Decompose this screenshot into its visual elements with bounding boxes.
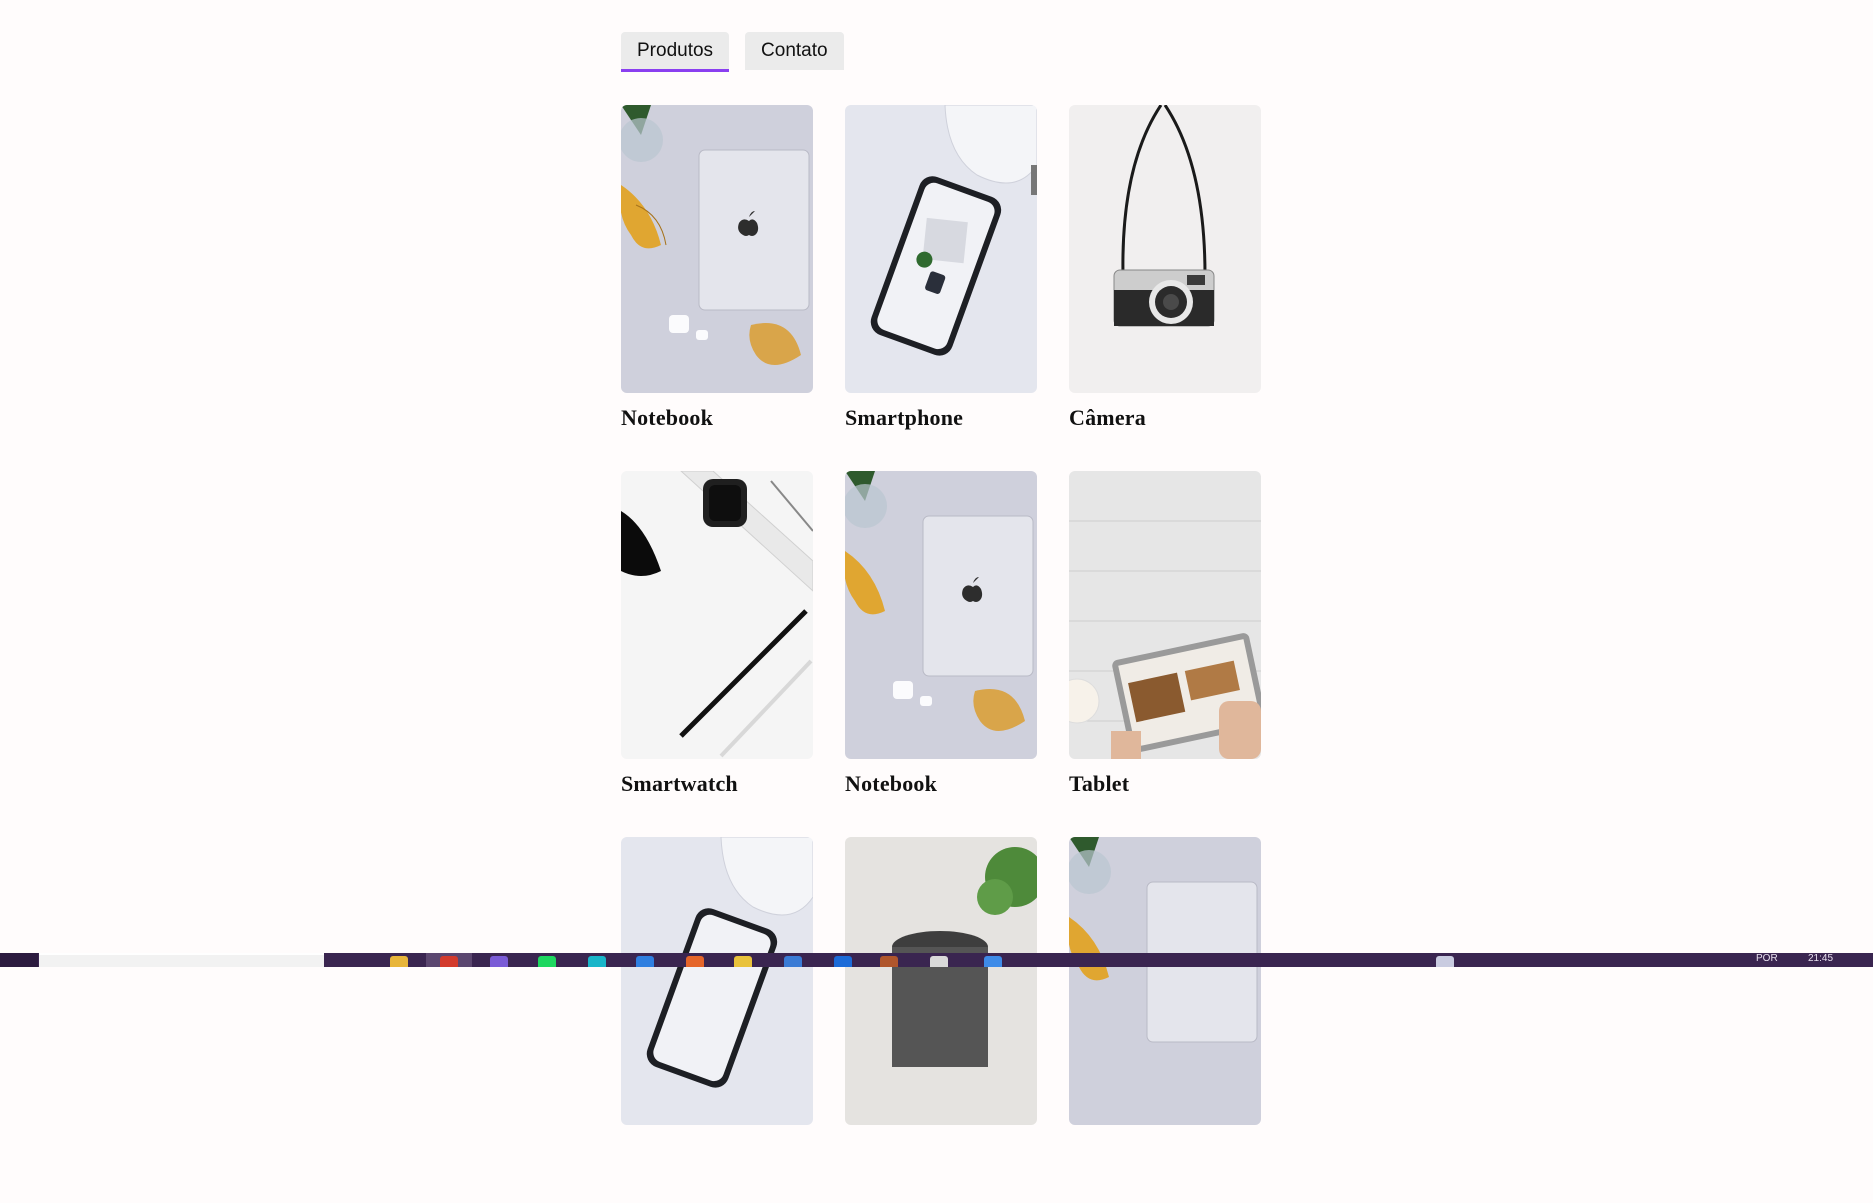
product-image-camera[interactable] (1069, 105, 1261, 393)
product-image-smartphone[interactable] (621, 837, 813, 1125)
product-name: Smartphone (845, 405, 964, 430)
app-icon[interactable] (636, 956, 654, 967)
product-card[interactable]: Câmera (1069, 105, 1261, 471)
browser-icon[interactable] (440, 956, 458, 967)
clock[interactable]: 21:45 (1808, 953, 1833, 965)
product-image-tablet[interactable] (1069, 471, 1261, 759)
spotify-icon[interactable] (538, 956, 556, 967)
app-icon[interactable] (490, 956, 508, 967)
notification-icon[interactable] (1436, 956, 1454, 967)
product-image-smart-speaker[interactable] (845, 837, 1037, 1125)
product-card[interactable]: Smartphone (845, 105, 1037, 471)
product-card[interactable]: Notebook (845, 471, 1037, 837)
app-icon[interactable] (734, 956, 752, 967)
app-icon[interactable] (880, 956, 898, 967)
app-icon[interactable] (984, 956, 1002, 967)
product-card[interactable] (1069, 837, 1261, 1203)
tab-contato[interactable]: Contato (745, 32, 844, 70)
product-image-smartwatch[interactable] (621, 471, 813, 759)
product-image-notebook[interactable] (621, 105, 813, 393)
product-name: Notebook (845, 771, 938, 796)
app-icon[interactable] (784, 956, 802, 967)
taskbar-search-input[interactable] (39, 953, 324, 967)
product-card[interactable]: Smartwatch (621, 471, 813, 837)
product-name: Smartwatch (621, 771, 738, 796)
language-indicator[interactable]: POR (1756, 953, 1778, 965)
product-image-notebook[interactable] (845, 471, 1037, 759)
product-image-smartphone[interactable] (845, 105, 1037, 393)
app-icon[interactable] (834, 956, 852, 967)
product-card[interactable] (845, 837, 1037, 1203)
app-icon[interactable] (930, 956, 948, 967)
product-grid: Notebook Smartphone Câmera Smartwatch No… (621, 105, 1261, 1203)
app-icon[interactable] (588, 956, 606, 967)
tab-produtos[interactable]: Produtos (621, 32, 730, 72)
os-taskbar: POR 21:45 (0, 953, 1873, 967)
file-explorer-icon[interactable] (390, 956, 408, 967)
product-name: Tablet (1069, 771, 1130, 796)
app-icon[interactable] (686, 956, 704, 967)
product-name: Câmera (1069, 405, 1146, 430)
product-card[interactable] (621, 837, 813, 1203)
product-card[interactable]: Tablet (1069, 471, 1261, 837)
product-name: Notebook (621, 405, 714, 430)
product-card[interactable]: Notebook (621, 105, 813, 471)
top-nav: Produtos Contato (621, 32, 844, 72)
product-image-notebook[interactable] (1069, 837, 1261, 1125)
start-button[interactable] (0, 953, 38, 967)
